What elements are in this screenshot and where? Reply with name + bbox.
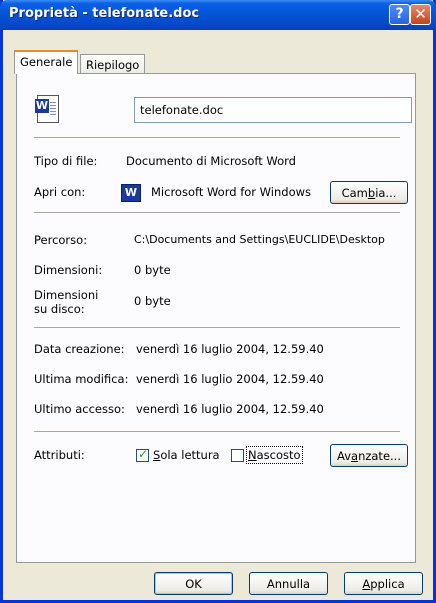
file-name-value: telefonate.doc [140,103,224,117]
size-on-disk-value: 0 byte [134,294,171,308]
cancel-button[interactable]: Annulla [249,572,328,595]
help-button[interactable]: ? [389,4,410,25]
help-icon: ? [395,6,404,22]
size-label: Dimensioni: [34,263,103,277]
window-title: Proprietà - telefonate.doc [9,6,200,21]
hidden-label[interactable]: Nascosto [246,446,303,464]
readonly-checkbox[interactable]: ✓ [136,447,149,462]
advanced-button[interactable]: Avanzate... [330,444,408,467]
created-label: Data creazione: [34,342,125,356]
divider [34,327,400,328]
change-label: Cam [341,186,368,200]
tab-generale[interactable]: Generale [14,50,79,74]
size-on-disk-label: Dimensioni su disco: [34,288,99,316]
ok-button[interactable]: OK [154,572,233,595]
accessed-value: venerdì 16 luglio 2004, 12.59.40 [136,402,324,416]
size-value: 0 byte [134,263,171,277]
divider [34,137,400,138]
change-label: ia... [375,186,397,200]
tab-riepilogo[interactable]: Riepilogo [80,54,146,74]
divider [34,431,400,432]
apply-button[interactable]: Applica [344,572,423,595]
tab-label: Generale [20,55,73,69]
file-type-value: Documento di Microsoft Word [126,154,296,168]
location-label: Percorso: [34,233,88,247]
properties-dialog: Proprietà - telefonate.doc ? ✕ Generale … [0,0,436,603]
general-panel: W telefonate.doc Tipo di file: Documento… [16,73,416,563]
title-bar[interactable]: Proprietà - telefonate.doc ? ✕ [0,0,436,30]
file-name-field[interactable]: telefonate.doc [134,97,412,123]
modified-label: Ultima modifica: [34,372,129,386]
tab-label: Riepilogo [86,58,140,72]
readonly-label[interactable]: Sola lettura [153,448,220,462]
checkmark-icon: ✓ [138,447,149,461]
location-value: C:\Documents and Settings\EUCLIDE\Deskto… [134,233,385,246]
word-document-icon: W [35,95,59,123]
created-value: venerdì 16 luglio 2004, 12.59.40 [136,342,324,356]
word-app-icon: W [121,184,141,202]
close-button[interactable]: ✕ [410,4,431,25]
open-with-value: Microsoft Word for Windows [151,185,312,199]
change-button[interactable]: Cambia... [330,181,408,204]
close-icon: ✕ [414,5,427,23]
modified-value: venerdì 16 luglio 2004, 12.59.40 [136,372,324,386]
attributes-label: Attributi: [34,448,85,462]
file-type-label: Tipo di file: [34,154,98,168]
open-with-label: Apri con: [34,185,86,199]
divider [34,212,400,213]
hidden-checkbox[interactable] [231,449,244,462]
accessed-label: Ultimo accesso: [34,402,125,416]
